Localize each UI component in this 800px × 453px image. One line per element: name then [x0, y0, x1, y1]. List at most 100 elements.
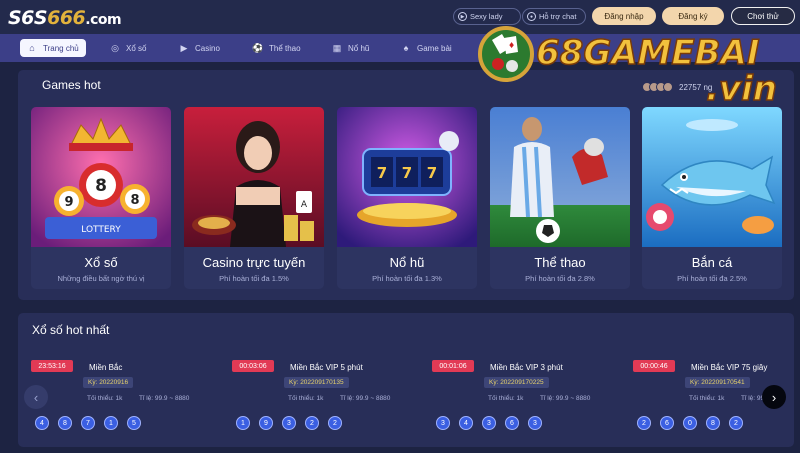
main-nav: ⌂ Trang chủ ◎ Xổ số ▶ Casino ⚽ Thể thao …	[0, 34, 800, 62]
result-ball: 2	[305, 416, 319, 430]
result-ball: 1	[236, 416, 250, 430]
lottery-item[interactable]: 23:53:16 Miền Bắc Kỳ: 20220916 Tối thiểu…	[31, 360, 221, 440]
nav-item-lottery[interactable]: ◎ Xổ số	[110, 39, 146, 57]
result-ball: 2	[637, 416, 651, 430]
countdown-badge: 00:03:06	[232, 360, 274, 372]
lottery-name: Miền Bắc VIP 3 phút	[490, 363, 563, 372]
svg-text:8: 8	[95, 176, 107, 196]
nav-item-card-games[interactable]: ♠ Game bài	[401, 39, 452, 57]
result-ball: 4	[35, 416, 49, 430]
casino-art: A	[184, 107, 324, 247]
lottery-rate: Tỉ lệ: 99.9 ~ 8880	[540, 395, 591, 402]
logo-domain: .com	[85, 12, 122, 28]
game-card-fishing[interactable]: Bắn cá Phí hoàn tối đa 2.5%	[642, 107, 782, 289]
game-card-sports[interactable]: Thể thao Phí hoàn tối đa 2.8%	[490, 107, 630, 289]
result-ball: 3	[482, 416, 496, 430]
nav-label: Xổ số	[126, 43, 147, 53]
carousel-prev-button[interactable]: ‹	[24, 385, 48, 409]
slots-art: 7 7 7	[337, 107, 477, 247]
result-ball: 5	[127, 416, 141, 430]
lottery-min-bet: Tối thiểu: 1k	[689, 395, 725, 402]
lottery-period: Kỳ: 202209170135	[284, 377, 349, 388]
result-ball: 3	[282, 416, 296, 430]
lottery-period: Kỳ: 202209170541	[685, 377, 750, 388]
card-subtitle: Những điều bất ngờ thú vị	[57, 274, 145, 283]
nav-item-slots[interactable]: ▦ Nổ hũ	[332, 39, 370, 57]
card-title: Casino trực tuyến	[202, 255, 306, 270]
chat-icon: ●	[527, 12, 536, 21]
game-card-lottery[interactable]: 8 9 8 LOTTERY Xổ số Những điều bất ngờ t…	[31, 107, 171, 289]
lottery-art: 8 9 8 LOTTERY	[31, 107, 171, 247]
result-ball: 7	[81, 416, 95, 430]
register-button[interactable]: Đăng ký	[662, 7, 724, 25]
result-ball: 9	[259, 416, 273, 430]
result-balls: 3 4 3 6 3	[436, 416, 542, 430]
logo-accent: 666	[47, 7, 86, 29]
result-ball: 1	[104, 416, 118, 430]
carousel-next-button[interactable]: ›	[762, 385, 786, 409]
lottery-rate: Tỉ lệ: 99.9 ~ 8880	[340, 395, 391, 402]
card-subtitle: Phí hoàn tối đa 2.8%	[525, 274, 595, 283]
nav-item-sports[interactable]: ⚽ Thể thao	[252, 39, 300, 57]
sports-art	[490, 107, 630, 247]
nav-label: Trang chủ	[43, 43, 79, 53]
card-subtitle: Phí hoàn tối đa 1.5%	[219, 274, 289, 283]
cards-icon: ♠	[403, 43, 409, 53]
lottery-hot-panel: Xổ số hot nhất 23:53:16 Miền Bắc Kỳ: 202…	[18, 313, 794, 447]
site-logo[interactable]: S6S666.com	[8, 6, 122, 30]
svg-text:9: 9	[64, 195, 73, 210]
lottery-min-bet: Tối thiểu: 1k	[488, 395, 524, 402]
login-button[interactable]: Đăng nhập	[592, 7, 656, 25]
lottery-icon: ◎	[111, 42, 119, 53]
svg-text:A: A	[301, 200, 308, 210]
result-ball: 8	[706, 416, 720, 430]
live-chat-label: Hỗ trợ chat	[539, 12, 577, 21]
online-counter: 22757 ng	[642, 82, 712, 92]
online-count: 22757 ng	[679, 82, 713, 92]
result-ball: 3	[528, 416, 542, 430]
countdown-badge: 23:53:16	[31, 360, 73, 372]
game-card-slots[interactable]: 7 7 7 Nổ hũ Phí hoàn tối đa 1.3%	[337, 107, 477, 289]
nav-label: Nổ hũ	[348, 43, 370, 53]
result-balls: 4 8 7 1 5	[35, 416, 141, 430]
online-avatars	[642, 82, 673, 92]
card-title: Xổ số	[84, 255, 118, 270]
logo-text: S6S	[8, 7, 48, 29]
sexy-lady-button[interactable]: ▶ Sexy lady	[453, 8, 521, 25]
countdown-badge: 00:01:06	[432, 360, 474, 372]
top-bar: S6S666.com ▶ Sexy lady ● Hỗ trợ chat Đăn…	[0, 0, 800, 34]
countdown-badge: 00:00:46	[633, 360, 675, 372]
lottery-item[interactable]: 00:03:06 Miền Bắc VIP 5 phút Kỳ: 2022091…	[232, 360, 422, 440]
lottery-period: Kỳ: 20220916	[83, 377, 134, 388]
result-ball: 8	[58, 416, 72, 430]
result-ball: 0	[683, 416, 697, 430]
card-title: Thể thao	[534, 255, 586, 270]
svg-text:8: 8	[130, 193, 139, 208]
card-title: Bắn cá	[691, 255, 733, 270]
card-subtitle: Phí hoàn tối đa 2.5%	[677, 274, 747, 283]
result-ball: 3	[436, 416, 450, 430]
lottery-name: Miền Bắc	[89, 363, 123, 372]
live-chat-button[interactable]: ● Hỗ trợ chat	[522, 8, 586, 25]
result-ball: 6	[660, 416, 674, 430]
lottery-rate: Tỉ lệ: 99.9 ~ 8880	[139, 395, 190, 402]
nav-item-home[interactable]: ⌂ Trang chủ	[20, 39, 86, 57]
lottery-name: Miền Bắc VIP 75 giây	[691, 363, 768, 372]
lottery-min-bet: Tối thiểu: 1k	[288, 395, 324, 402]
play-trial-button[interactable]: Chơi thử	[731, 7, 795, 25]
lottery-min-bet: Tối thiểu: 1k	[87, 395, 123, 402]
soccer-icon: ⚽	[252, 42, 264, 53]
games-hot-title: Games hot	[42, 78, 101, 92]
card-subtitle: Phí hoàn tối đa 1.3%	[372, 274, 442, 283]
lottery-art-label: LOTTERY	[81, 225, 121, 235]
avatar	[663, 82, 673, 92]
games-hot-panel: Games hot 22757 ng 8 9 8 LOTTERY Xổ số N…	[18, 70, 794, 300]
play-icon: ▶	[458, 12, 467, 21]
lottery-item[interactable]: 00:01:06 Miền Bắc VIP 3 phút Kỳ: 2022091…	[432, 360, 622, 440]
game-card-casino[interactable]: A Casino trực tuyến Phí hoàn tối đa 1.5%	[184, 107, 324, 289]
lottery-period: Kỳ: 202209170225	[484, 377, 549, 388]
nav-item-casino[interactable]: ▶ Casino	[179, 39, 220, 57]
result-ball: 2	[729, 416, 743, 430]
card-title: Nổ hũ	[389, 255, 425, 270]
home-icon: ⌂	[29, 43, 35, 53]
